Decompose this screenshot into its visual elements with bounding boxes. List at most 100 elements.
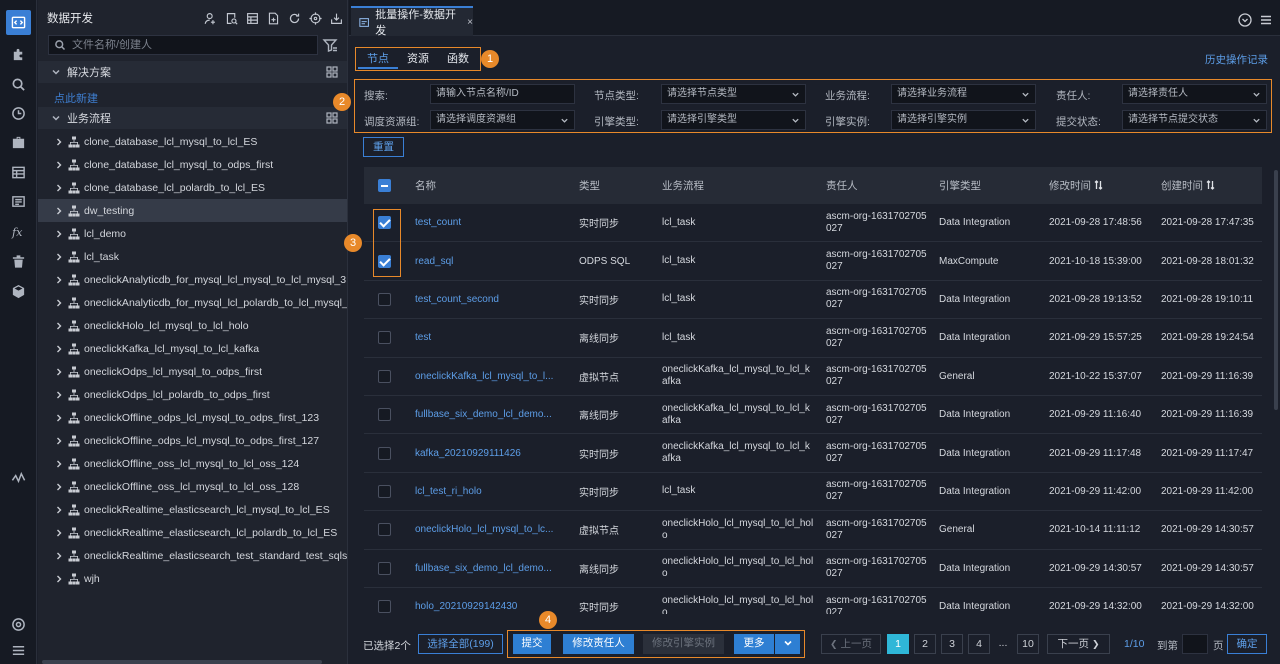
table-row[interactable]: test_count 实时同步 lcl_task ascm-org-163170270… xyxy=(364,204,1262,243)
create-new-link[interactable]: 点此新建 xyxy=(54,90,98,106)
reset-button[interactable]: 重置 xyxy=(363,137,404,157)
chevron-right-icon[interactable] xyxy=(55,230,63,238)
briefcase-icon[interactable] xyxy=(6,130,31,155)
row-checkbox[interactable] xyxy=(377,561,391,575)
node-name-link[interactable]: holo_20210929142430 xyxy=(404,601,568,612)
chevron-right-icon[interactable] xyxy=(55,207,63,215)
row-checkbox[interactable] xyxy=(377,408,391,422)
node-name-link[interactable]: lcl_test_ri_holo xyxy=(404,486,568,497)
sidebar-scrollbar[interactable] xyxy=(42,660,322,664)
tree-item[interactable]: oneclickOffline_oss_lcl_mysql_to_lcl_oss… xyxy=(38,475,347,498)
page-button[interactable]: 2 xyxy=(914,634,936,654)
table-row[interactable]: fullbase_six_demo_lcl_demo... 离线同步 oneclic… xyxy=(364,396,1262,435)
node-type-select[interactable]: 请选择节点类型 xyxy=(661,84,806,104)
table-row[interactable]: test 离线同步 lcl_task ascm-org-1631702705027 Da… xyxy=(364,319,1262,358)
engine-instance-select[interactable]: 请选择引擎实例 xyxy=(891,110,1036,130)
resgroup-select[interactable]: 请选择调度资源组 xyxy=(430,110,575,130)
table-row[interactable]: test_count_second 实时同步 lcl_task ascm-org-16… xyxy=(364,281,1262,320)
puzzle-icon[interactable] xyxy=(6,42,31,67)
chevron-right-icon[interactable] xyxy=(55,552,63,560)
function-icon[interactable]: fx xyxy=(6,219,31,244)
node-name-link[interactable]: oneclickHolo_lcl_mysql_to_lc... xyxy=(404,524,568,535)
chevron-right-icon[interactable] xyxy=(55,184,63,192)
table-row[interactable]: fullbase_six_demo_lcl_demo... 离线同步 oneclic… xyxy=(364,550,1262,588)
row-checkbox[interactable] xyxy=(377,600,391,614)
prev-page-button[interactable]: ❮ 上一页 xyxy=(821,634,881,654)
list-icon[interactable] xyxy=(6,189,31,214)
chevron-right-icon[interactable] xyxy=(55,368,63,376)
tree-item[interactable]: clone_database_lcl_mysql_to_lcl_ES xyxy=(38,130,347,153)
import-icon[interactable] xyxy=(326,8,347,29)
table-row[interactable]: lcl_test_ri_holo 实时同步 lcl_task ascm-org-163… xyxy=(364,473,1262,512)
clock-icon[interactable] xyxy=(6,101,31,126)
chevron-right-icon[interactable] xyxy=(55,460,63,468)
chevron-right-icon[interactable] xyxy=(55,414,63,422)
node-name-link[interactable]: kafka_20210929111426 xyxy=(404,448,568,459)
node-name-link[interactable]: fullbase_six_demo_lcl_demo... xyxy=(404,409,568,420)
table-row[interactable]: kafka_20210929111426 实时同步 oneclickKafka_lc… xyxy=(364,434,1262,473)
tree-item[interactable]: oneclickRealtime_elasticsearch_test_stan… xyxy=(38,544,347,567)
table-row[interactable]: holo_20210929142430 实时同步 oneclickHolo_lcl_… xyxy=(364,588,1262,614)
header-created[interactable]: 创建时间 xyxy=(1150,178,1262,193)
header-modified[interactable]: 修改时间 xyxy=(1038,178,1150,193)
node-name-link[interactable]: test xyxy=(404,332,568,343)
node-name-link[interactable]: test_count_second xyxy=(404,294,568,305)
refresh-icon[interactable] xyxy=(284,8,305,29)
select-all-button[interactable]: 选择全部(199) xyxy=(418,634,503,654)
tree-item[interactable]: lcl_task xyxy=(38,245,347,268)
locate-icon[interactable] xyxy=(305,8,326,29)
node-name-link[interactable]: oneclickKafka_lcl_mysql_to_l... xyxy=(404,371,568,382)
row-checkbox[interactable] xyxy=(377,331,391,345)
change-engine-button[interactable]: 修改引擎实例 xyxy=(643,634,724,654)
row-checkbox[interactable] xyxy=(377,523,391,537)
row-checkbox[interactable] xyxy=(377,446,391,460)
node-name-link[interactable]: test_count xyxy=(404,217,568,228)
chevron-right-icon[interactable] xyxy=(55,483,63,491)
page-button[interactable]: 3 xyxy=(941,634,963,654)
node-name-link[interactable]: fullbase_six_demo_lcl_demo... xyxy=(404,563,568,574)
chevron-circle-icon[interactable] xyxy=(1238,13,1252,27)
table-icon[interactable] xyxy=(6,160,31,185)
tree-item[interactable]: oneclickOdps_lcl_polardb_to_odps_first xyxy=(38,383,347,406)
tree-item[interactable]: oneclickOffline_odps_lcl_mysql_to_odps_f… xyxy=(38,429,347,452)
node-name-link[interactable]: read_sql xyxy=(404,256,568,267)
tree-item[interactable]: dw_testing xyxy=(38,199,347,222)
chevron-right-icon[interactable] xyxy=(55,322,63,330)
graph-icon[interactable] xyxy=(6,465,31,490)
table-row[interactable]: oneclickHolo_lcl_mysql_to_lc... 虚拟节点 onecl… xyxy=(364,511,1262,550)
sort-icon[interactable] xyxy=(1206,180,1215,190)
next-page-button[interactable]: 下一页 ❯ xyxy=(1047,634,1110,654)
section-solutions[interactable]: 解决方案 xyxy=(38,61,347,83)
tree-item[interactable]: oneclickHolo_lcl_mysql_to_lcl_holo xyxy=(38,314,347,337)
tree-item[interactable]: lcl_demo xyxy=(38,222,347,245)
table-scrollbar[interactable] xyxy=(1274,170,1278,410)
chevron-right-icon[interactable] xyxy=(55,161,63,169)
page-button[interactable]: 1 xyxy=(887,634,909,654)
close-icon[interactable]: × xyxy=(467,17,473,28)
select-all-checkbox[interactable] xyxy=(377,179,391,192)
row-checkbox[interactable] xyxy=(377,292,391,306)
history-link[interactable]: 历史操作记录 xyxy=(1205,52,1268,67)
tree-item[interactable]: oneclickOffline_oss_lcl_mysql_to_lcl_oss… xyxy=(38,452,347,475)
subtab-nodes[interactable]: 节点 xyxy=(358,49,398,69)
more-dropdown[interactable] xyxy=(775,634,800,654)
user-icon[interactable] xyxy=(200,8,221,29)
menu-icon[interactable] xyxy=(1260,14,1272,26)
chevron-right-icon[interactable] xyxy=(55,506,63,514)
chevron-right-icon[interactable] xyxy=(55,345,63,353)
flow-select[interactable]: 请选择业务流程 xyxy=(891,84,1036,104)
tree-item[interactable]: oneclickOffline_odps_lcl_mysql_to_odps_f… xyxy=(38,406,347,429)
tree-item[interactable]: clone_database_lcl_mysql_to_odps_first xyxy=(38,153,347,176)
goto-page-input[interactable] xyxy=(1182,634,1208,654)
settings-icon[interactable] xyxy=(6,612,31,637)
chevron-right-icon[interactable] xyxy=(55,138,63,146)
table-row[interactable]: oneclickKafka_lcl_mysql_to_l... 虚拟节点 onecl… xyxy=(364,358,1262,396)
tree-item[interactable]: oneclickOdps_lcl_mysql_to_odps_first xyxy=(38,360,347,383)
chevron-right-icon[interactable] xyxy=(55,253,63,261)
batch-table-icon[interactable] xyxy=(242,8,263,29)
more-button[interactable]: 更多 xyxy=(734,634,774,654)
grid-icon[interactable] xyxy=(326,112,338,124)
tree-item[interactable]: oneclickRealtime_elasticsearch_lcl_mysql… xyxy=(38,498,347,521)
chevron-right-icon[interactable] xyxy=(55,437,63,445)
chevron-right-icon[interactable] xyxy=(55,575,63,583)
